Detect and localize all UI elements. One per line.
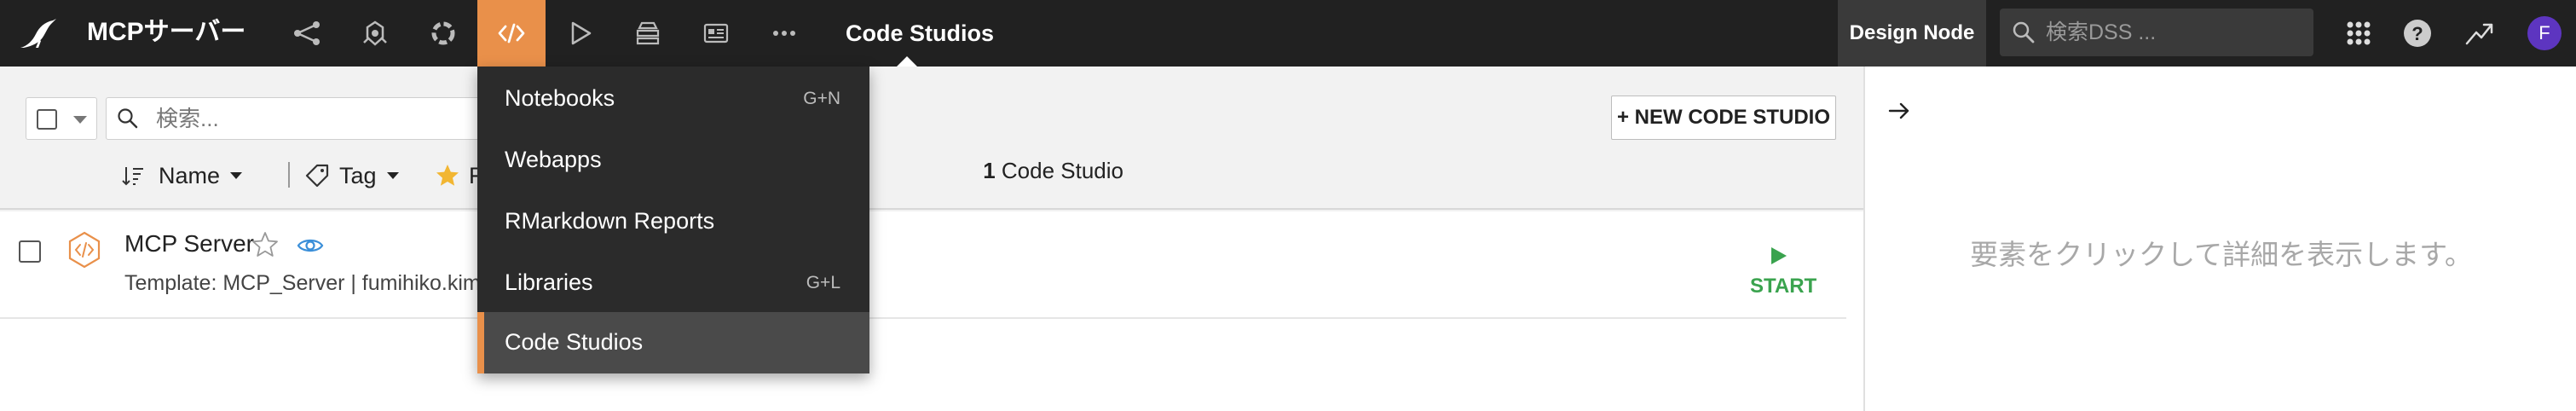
menu-item-label: Webapps [505, 147, 602, 172]
lab-icon[interactable] [341, 0, 409, 67]
menu-item-code-studios[interactable]: Code Studios [477, 312, 869, 373]
menu-item-rmarkdown-reports[interactable]: RMarkdown Reports [477, 191, 869, 252]
global-search-input[interactable] [2046, 9, 2302, 56]
deploy-icon[interactable] [409, 0, 477, 67]
chevron-down-icon [386, 172, 399, 179]
code-studio-icon [68, 231, 101, 269]
sort-label: Name [159, 162, 221, 188]
apps-grid-icon[interactable] [2341, 15, 2377, 51]
list-item[interactable]: MCP Server Template: MCP_Server | fumihi… [0, 211, 1846, 319]
search-icon [118, 108, 138, 129]
design-node-label: Design Node [1838, 0, 1986, 67]
favorite-star-icon[interactable] [251, 230, 280, 259]
favorites-filter[interactable]: F [435, 159, 483, 193]
menu-item-libraries[interactable]: Libraries G+L [477, 252, 869, 314]
help-icon[interactable]: ? [2400, 15, 2435, 51]
dashboard-icon[interactable] [682, 0, 750, 67]
menu-item-shortcut: G+N [803, 89, 840, 108]
menu-item-label: Code Studios [505, 329, 644, 355]
row-title[interactable]: MCP Server [124, 230, 254, 258]
search-icon [2013, 21, 2035, 43]
play-icon[interactable] [1766, 244, 1790, 268]
collapse-arrow-icon[interactable] [1886, 97, 1913, 124]
list-search-input[interactable] [156, 98, 497, 139]
chevron-down-icon [230, 172, 243, 179]
new-code-studio-button[interactable]: + NEW CODE STUDIO [1611, 96, 1836, 140]
section-title: Code Studios [846, 20, 994, 46]
row-subtitle: Template: MCP_Server | fumihiko.kim [124, 271, 481, 295]
global-search-box[interactable] [2000, 9, 2313, 56]
tag-icon [305, 164, 329, 188]
select-all-dropdown[interactable] [26, 97, 97, 140]
dataiku-bird-logo-icon[interactable] [19, 15, 58, 51]
item-count: 1 Code Studio [983, 153, 1123, 188]
menu-item-label: Libraries [505, 269, 593, 295]
menu-item-shortcut: G+L [806, 273, 840, 292]
menu-item-notebooks[interactable]: Notebooks G+N [477, 68, 869, 130]
start-button[interactable]: START [1750, 275, 1816, 298]
chevron-down-icon[interactable] [73, 116, 87, 124]
flow-icon[interactable] [273, 0, 341, 67]
tag-filter-dropdown[interactable]: Tag [303, 159, 399, 193]
list-toolbar: Name Tag F + NEW CODE STUDIO 1 Code Stud… [0, 67, 1863, 210]
sort-by-name-dropdown[interactable]: Name [119, 159, 243, 193]
trend-icon[interactable] [2462, 15, 2498, 51]
item-count-label: Code Studio [1001, 158, 1123, 183]
code-menu-icon[interactable] [477, 0, 546, 67]
user-avatar[interactable]: F [2527, 16, 2562, 50]
star-icon [436, 165, 459, 186]
item-count-number: 1 [983, 158, 996, 183]
svg-text:?: ? [2411, 23, 2423, 44]
menu-item-label: Notebooks [505, 85, 615, 111]
tag-label: Tag [339, 162, 377, 188]
code-dropdown-menu: Notebooks G+N Webapps RMarkdown Reports … [477, 67, 869, 373]
list-search-box[interactable] [106, 97, 506, 140]
menu-item-label: RMarkdown Reports [505, 208, 715, 234]
active-indicator [477, 312, 484, 373]
watch-eye-icon[interactable] [297, 232, 324, 259]
top-navigation-bar: MCPサーバー Code Studios Design Node ? F [0, 0, 2576, 67]
datasets-icon[interactable] [614, 0, 682, 67]
sort-icon [122, 167, 143, 186]
more-icon[interactable] [750, 0, 818, 67]
code-studio-list: MCP Server Template: MCP_Server | fumihi… [0, 211, 1863, 411]
select-all-checkbox[interactable] [37, 109, 57, 130]
empty-state-message: 要素をクリックして詳細を表示します。 [1970, 239, 2473, 270]
menu-item-webapps[interactable]: Webapps [477, 130, 869, 191]
run-icon[interactable] [546, 0, 614, 67]
row-checkbox[interactable] [19, 240, 41, 263]
divider [288, 162, 290, 188]
details-panel: 要素をクリックして詳細を表示します。 [1863, 67, 2576, 411]
section-caret [897, 56, 917, 67]
project-name[interactable]: MCPサーバー [87, 14, 245, 51]
